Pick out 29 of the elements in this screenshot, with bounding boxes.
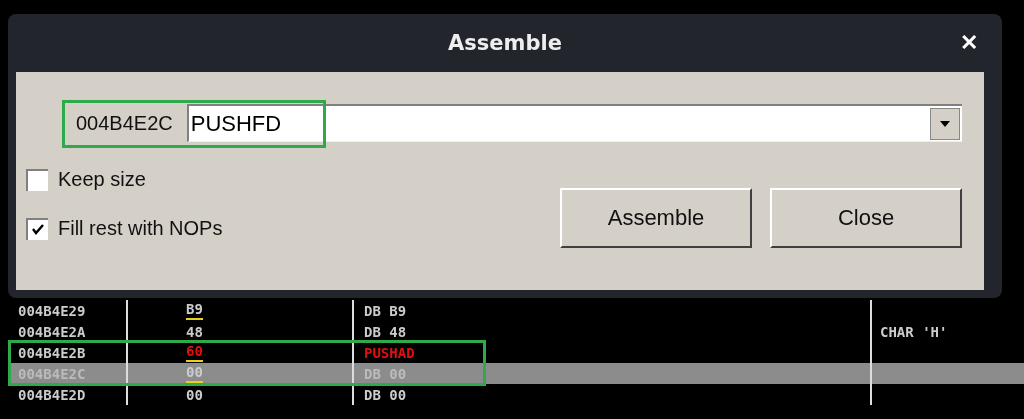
checkbox-label: Keep size — [58, 168, 146, 191]
assemble-button[interactable]: Assemble — [560, 188, 752, 248]
caret-icon — [940, 121, 950, 127]
dropdown-button[interactable] — [930, 108, 960, 140]
address-label: 004B4E2C — [75, 111, 174, 135]
close-dialog-button[interactable]: Close — [770, 188, 962, 248]
comment-cell: CHAR 'H' — [880, 323, 948, 340]
listing-row[interactable]: 004B4E2A 48 DB 48 CHAR 'H' — [8, 321, 1024, 342]
close-button[interactable]: ✕ — [956, 28, 982, 58]
address-cell: 004B4E2D — [18, 386, 86, 403]
hex-cell: 48 — [186, 323, 203, 340]
hex-cell: 00 — [186, 364, 203, 383]
listing-row[interactable]: 004B4E29 B9 DB B9 — [8, 300, 1024, 321]
checkbox[interactable] — [26, 217, 48, 240]
hex-cell: B9 — [186, 301, 203, 320]
checkmark-icon — [32, 224, 44, 235]
address-cell: 004B4E2B — [18, 344, 86, 361]
window-title: Assemble — [448, 31, 562, 55]
command-field[interactable]: PUSHFD — [186, 104, 962, 142]
listing-row[interactable]: 004B4E2D 00 DB 00 — [8, 384, 1024, 405]
address-cell: 004B4E2A — [18, 323, 86, 340]
disassembly-cell: DB 00 — [364, 386, 407, 403]
checkbox-label: Fill rest with NOPs — [58, 217, 223, 240]
disassembly-cell: DB 48 — [364, 323, 407, 340]
hex-cell: 00 — [186, 386, 203, 403]
disassembly-cell: DB B9 — [364, 302, 407, 319]
checkbox[interactable] — [26, 168, 48, 191]
disassembly-cell: PUSHAD — [364, 344, 415, 361]
address-cell: 004B4E29 — [18, 302, 86, 319]
